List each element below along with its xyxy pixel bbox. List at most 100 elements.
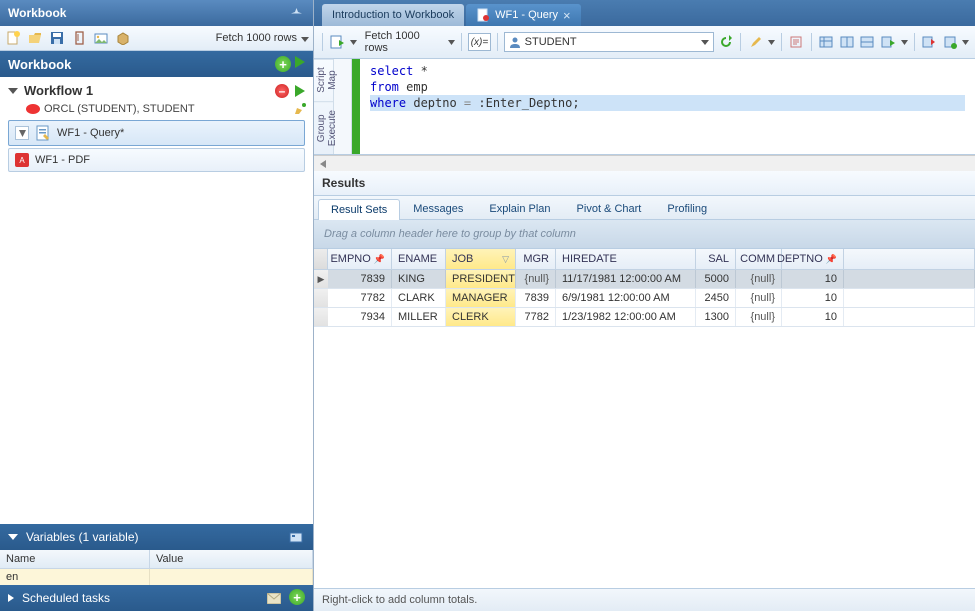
workflow-node[interactable]: Workflow 1 – bbox=[4, 81, 309, 100]
results-grid: EMPNO📌 ENAME JOB▽ MGR HIREDATE SAL COMM … bbox=[314, 249, 975, 530]
export-icon[interactable] bbox=[921, 33, 938, 51]
grid-row[interactable]: 7934 MILLER CLERK 7782 1/23/1982 12:00:0… bbox=[314, 308, 975, 327]
scroll-left-icon bbox=[320, 160, 328, 168]
rtab-profiling[interactable]: Profiling bbox=[654, 198, 720, 219]
tab-query[interactable]: WF1 - Query × bbox=[466, 4, 581, 26]
run-all-icon[interactable] bbox=[295, 56, 305, 68]
fetch-rows-dropdown[interactable]: Fetch 1000 rows bbox=[216, 32, 309, 44]
query-node[interactable]: WF1 - Query* bbox=[8, 120, 305, 146]
new-icon[interactable] bbox=[4, 29, 22, 47]
workbook-toolbar: Fetch 1000 rows bbox=[0, 26, 313, 51]
run-workflow-icon[interactable] bbox=[295, 85, 305, 97]
caret-right-icon bbox=[8, 594, 16, 602]
pin-icon: 📌 bbox=[374, 254, 385, 265]
fetch-rows-label[interactable]: Fetch 1000 rows bbox=[365, 30, 441, 54]
side-tab-group-execute[interactable]: Group Execute bbox=[314, 101, 333, 154]
col-job[interactable]: JOB▽ bbox=[446, 249, 516, 269]
results-footer: Right-click to add column totals. bbox=[314, 588, 975, 611]
grid-body: ▶ 7839 KING PRESIDENT {null} 11/17/1981 … bbox=[314, 270, 975, 530]
connection-row[interactable]: ORCL (STUDENT), STUDENT bbox=[4, 100, 309, 118]
attachment-icon[interactable] bbox=[70, 29, 88, 47]
col-deptno[interactable]: DEPTNO📌 bbox=[782, 249, 844, 269]
workbook-section-header: Workbook + bbox=[0, 51, 313, 77]
workflow-name: Workflow 1 bbox=[24, 83, 93, 98]
scheduled-tasks-header[interactable]: Scheduled tasks + bbox=[0, 585, 313, 611]
document-tabs: Introduction to Workbook WF1 - Query × bbox=[314, 0, 975, 26]
oracle-icon bbox=[26, 104, 40, 114]
variables-title: Variables (1 variable) bbox=[26, 530, 139, 544]
filter-icon: ▽ bbox=[502, 254, 509, 265]
col-hiredate[interactable]: HIREDATE bbox=[556, 249, 696, 269]
grid-row[interactable]: 7782 CLARK MANAGER 7839 6/9/1981 12:00:0… bbox=[314, 289, 975, 308]
workbook-section-title: Workbook bbox=[8, 57, 71, 72]
variable-name: en bbox=[0, 569, 150, 585]
add-workflow-icon[interactable]: + bbox=[275, 56, 291, 72]
picture-icon[interactable] bbox=[92, 29, 110, 47]
add-task-icon[interactable]: + bbox=[289, 589, 305, 605]
variables-settings-icon[interactable] bbox=[287, 528, 305, 546]
close-icon[interactable]: × bbox=[563, 8, 571, 23]
row-selector-header[interactable] bbox=[314, 249, 328, 269]
brush-icon[interactable] bbox=[747, 33, 764, 51]
col-ename[interactable]: ENAME bbox=[392, 249, 446, 269]
variables-value-col[interactable]: Value bbox=[150, 550, 313, 568]
pdf-icon: A bbox=[15, 153, 29, 167]
results-tabs: Result Sets Messages Explain Plan Pivot … bbox=[314, 196, 975, 220]
col-comm[interactable]: COMM bbox=[736, 249, 782, 269]
workbook-panel-title: Workbook bbox=[8, 6, 66, 20]
tab-label: WF1 - Query bbox=[495, 9, 558, 21]
query-node-label: WF1 - Query* bbox=[57, 127, 124, 139]
exec-gutter bbox=[352, 59, 360, 154]
grid-row[interactable]: ▶ 7839 KING PRESIDENT {null} 11/17/1981 … bbox=[314, 270, 975, 289]
caret-down-icon bbox=[8, 534, 18, 540]
toolbar-dropdown-caret[interactable] bbox=[350, 40, 357, 45]
rtab-explain[interactable]: Explain Plan bbox=[476, 198, 563, 219]
toolbar-dropdown-caret[interactable] bbox=[901, 40, 908, 45]
run-icon[interactable] bbox=[329, 33, 346, 51]
rtab-result-sets[interactable]: Result Sets bbox=[318, 199, 400, 220]
grid1-icon[interactable] bbox=[818, 33, 835, 51]
node-caret-icon[interactable] bbox=[15, 126, 29, 140]
grid-run-icon[interactable] bbox=[880, 33, 897, 51]
sql-file-icon bbox=[476, 8, 490, 22]
variable-row[interactable]: en bbox=[0, 569, 313, 585]
open-icon[interactable] bbox=[26, 29, 44, 47]
grid3-icon[interactable] bbox=[859, 33, 876, 51]
fx-button[interactable]: (x)= bbox=[468, 33, 490, 51]
pin-icon: 📌 bbox=[826, 254, 837, 265]
remove-workflow-icon[interactable]: – bbox=[275, 84, 289, 98]
save-icon[interactable] bbox=[48, 29, 66, 47]
connection-dropdown[interactable]: STUDENT bbox=[504, 32, 714, 52]
tab-intro[interactable]: Introduction to Workbook bbox=[322, 4, 464, 26]
caret-down-icon bbox=[8, 88, 18, 94]
group-by-bar[interactable]: Drag a column header here to group by th… bbox=[314, 220, 975, 249]
pdf-node[interactable]: A WF1 - PDF bbox=[8, 148, 305, 172]
row-indicator-icon bbox=[314, 289, 328, 307]
toolbar-dropdown-caret[interactable] bbox=[768, 40, 775, 45]
editor-area: Script Map Group Execute select * from e… bbox=[314, 59, 975, 155]
variables-header[interactable]: Variables (1 variable) bbox=[0, 524, 313, 550]
col-sal[interactable]: SAL bbox=[696, 249, 736, 269]
variables-name-col[interactable]: Name bbox=[0, 550, 150, 568]
col-spacer bbox=[844, 249, 975, 269]
grid2-icon[interactable] bbox=[838, 33, 855, 51]
export2-icon[interactable] bbox=[941, 33, 958, 51]
rtab-pivot[interactable]: Pivot & Chart bbox=[564, 198, 655, 219]
sql-editor[interactable]: select * from emp where deptno = :Enter_… bbox=[360, 59, 975, 154]
col-empno[interactable]: EMPNO📌 bbox=[328, 249, 392, 269]
toolbar-dropdown-caret[interactable] bbox=[962, 40, 969, 45]
refresh-icon[interactable] bbox=[718, 33, 735, 51]
format-icon[interactable] bbox=[788, 33, 805, 51]
edit-connection-icon[interactable] bbox=[291, 100, 309, 118]
col-mgr[interactable]: MGR bbox=[516, 249, 556, 269]
side-tab-script-map[interactable]: Script Map bbox=[314, 59, 333, 101]
rtab-messages[interactable]: Messages bbox=[400, 198, 476, 219]
editor-hscroll[interactable] bbox=[314, 155, 975, 171]
toolbar-dropdown-caret[interactable] bbox=[448, 40, 455, 45]
person-icon bbox=[509, 36, 521, 48]
package-icon[interactable] bbox=[114, 29, 132, 47]
mail-icon[interactable] bbox=[265, 589, 283, 607]
side-tabs: Script Map Group Execute bbox=[314, 59, 334, 154]
pin-icon[interactable] bbox=[287, 4, 305, 22]
grid-header: EMPNO📌 ENAME JOB▽ MGR HIREDATE SAL COMM … bbox=[314, 249, 975, 270]
